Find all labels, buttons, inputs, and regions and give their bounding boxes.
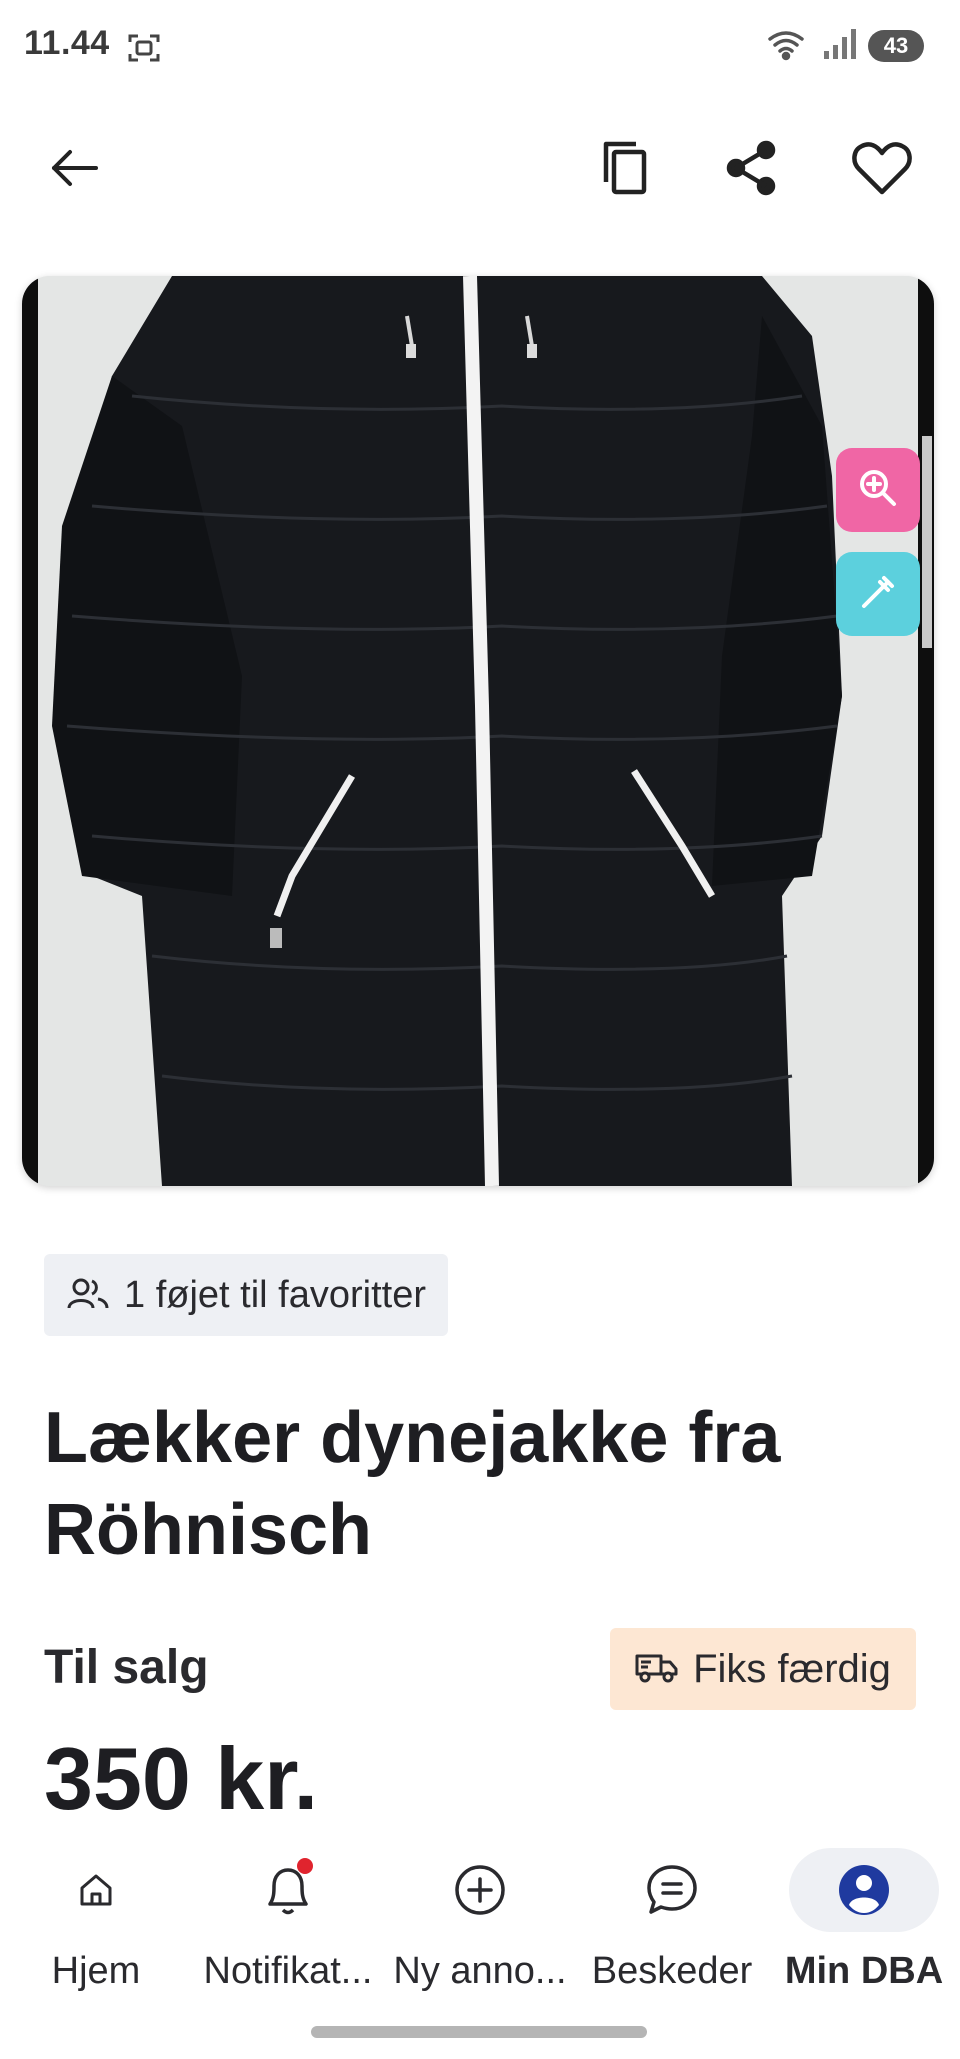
favorites-count-text: 1 føjet til favoritter	[124, 1273, 426, 1316]
bottom-navigation: Hjem Notifikat... Ny anno... Beskeder Mi…	[0, 1830, 960, 2059]
signal-icon	[822, 27, 858, 66]
home-indicator[interactable]	[311, 2026, 647, 2038]
zoom-in-icon	[856, 466, 900, 515]
tools-rail	[922, 436, 932, 648]
top-navigation	[0, 120, 960, 220]
chat-icon	[597, 1848, 747, 1932]
image-tools	[836, 436, 932, 648]
battery-indicator: 43	[868, 30, 924, 62]
nav-label-my-dba: Min DBA	[784, 1950, 944, 1992]
nav-item-home[interactable]: Hjem	[0, 1840, 192, 2020]
nav-label-notifications: Notifikat...	[203, 1950, 373, 1992]
truck-icon	[635, 1650, 679, 1689]
copy-link-button[interactable]	[586, 130, 666, 210]
shipping-badge-label: Fiks færdig	[693, 1646, 891, 1691]
zoom-button[interactable]	[836, 448, 920, 532]
nav-label-messages: Beskeder	[591, 1950, 753, 1992]
status-bar: 11.44 43	[0, 0, 960, 90]
wifi-icon	[766, 27, 812, 66]
notification-dot	[297, 1858, 313, 1874]
nav-label-home: Hjem	[51, 1950, 141, 1992]
listing-title: Lækker dynejakke fra Röhnisch	[44, 1398, 781, 1570]
status-time: 11.44	[24, 24, 110, 62]
heart-icon	[851, 140, 913, 201]
color-picker-button[interactable]	[836, 552, 920, 636]
plus-circle-icon	[405, 1848, 555, 1932]
nav-item-new-listing[interactable]: Ny anno...	[384, 1840, 576, 2020]
bell-icon	[213, 1848, 363, 1932]
listing-price: 350 kr.	[44, 1729, 319, 1828]
eyedropper-icon	[856, 570, 900, 619]
arrow-left-icon	[46, 140, 102, 201]
share-icon	[724, 140, 780, 201]
screenshot-icon	[126, 30, 162, 66]
favorite-button[interactable]	[842, 130, 922, 210]
status-icons: 43	[766, 28, 924, 64]
favorites-count-chip: 1 føjet til favoritter	[44, 1254, 448, 1336]
back-button[interactable]	[34, 130, 114, 210]
user-icon	[789, 1848, 939, 1932]
copy-icon	[598, 138, 654, 203]
nav-label-new-listing: Ny anno...	[393, 1950, 567, 1992]
users-icon	[66, 1276, 110, 1315]
nav-item-notifications[interactable]: Notifikat...	[192, 1840, 384, 2020]
nav-item-my-dba[interactable]: Min DBA	[768, 1840, 960, 2020]
jacket-photo	[22, 276, 934, 1186]
share-button[interactable]	[712, 130, 792, 210]
home-icon	[21, 1848, 171, 1932]
product-image[interactable]	[22, 276, 934, 1186]
listing-status: Til salg	[44, 1641, 209, 1694]
shipping-badge[interactable]: Fiks færdig	[610, 1628, 916, 1710]
nav-item-messages[interactable]: Beskeder	[576, 1840, 768, 2020]
